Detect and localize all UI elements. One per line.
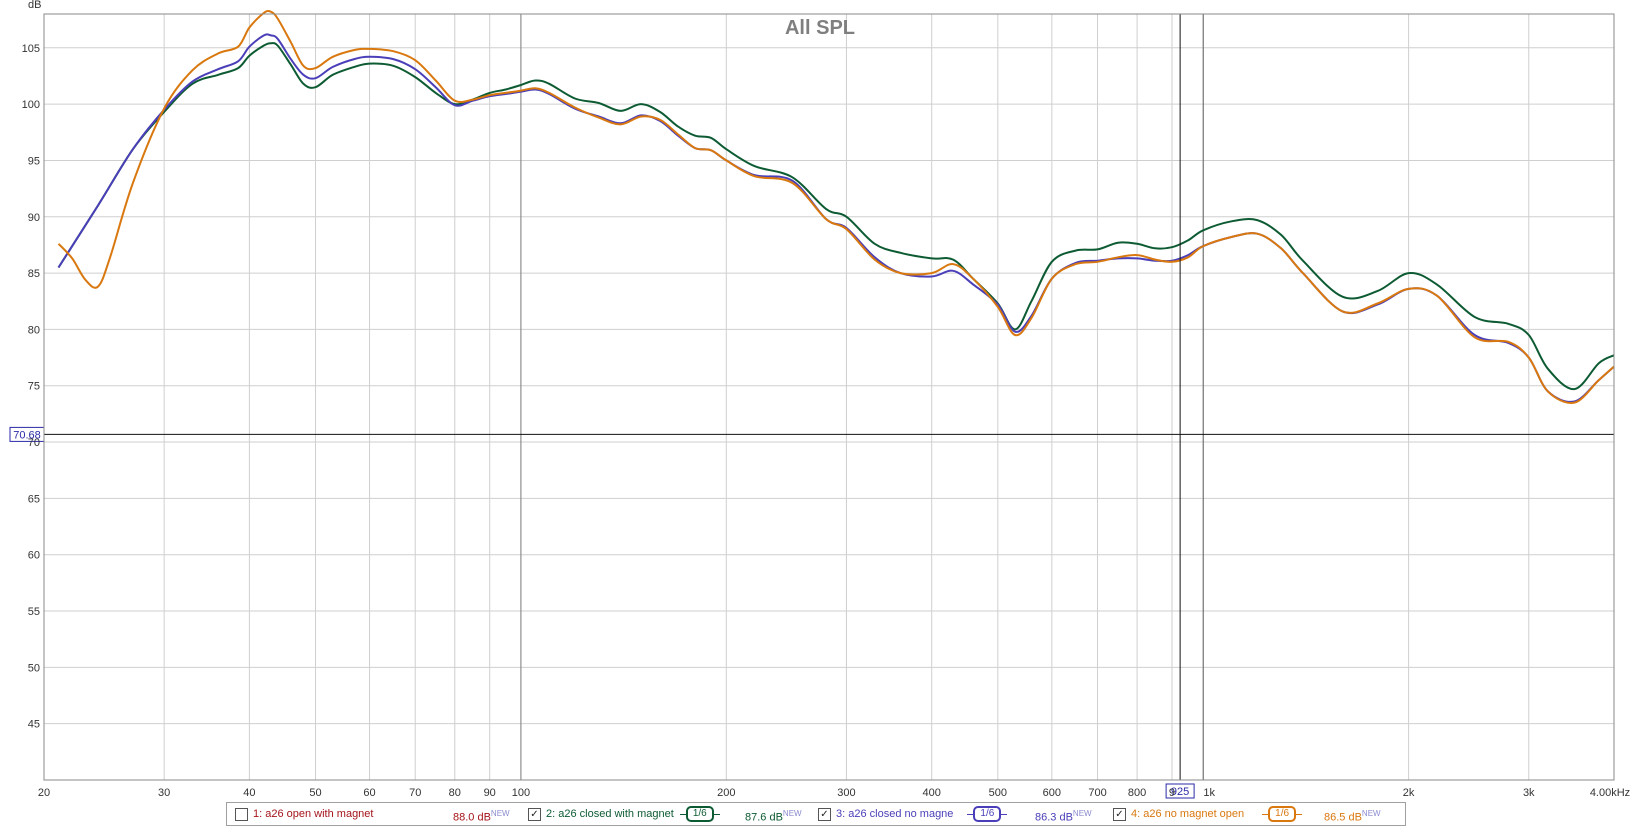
x-tick-label: 50 <box>309 787 321 799</box>
legend-checkbox-1[interactable] <box>235 807 248 821</box>
legend-new-tag-4: NEW <box>1361 809 1381 818</box>
legend-label-3: 3: a26 closed no magne <box>836 808 954 820</box>
legend-label-2: 2: a26 closed with magnet <box>546 808 674 820</box>
y-tick-label: 85 <box>28 268 40 280</box>
legend-new-tag-2: NEW <box>782 809 802 818</box>
x-tick-label: 20 <box>38 787 50 799</box>
x-tick-label: 300 <box>837 787 855 799</box>
legend-item-2[interactable]: ✓ 2: a26 closed with magnet 1/6 <box>528 806 720 822</box>
legend-level-3: 86.3 dBNEW <box>1035 806 1092 824</box>
y-tick-label: 45 <box>28 719 40 731</box>
legend-level-value-1: 88.0 dB <box>453 811 491 824</box>
y-tick-label: 100 <box>22 99 40 111</box>
legend-new-tag-1: NEW <box>490 809 510 818</box>
legend-checkbox-3[interactable]: ✓ <box>818 807 831 821</box>
legend-new-tag-3: NEW <box>1072 809 1092 818</box>
legend-item-3[interactable]: ✓ 3: a26 closed no magne 1/6 <box>818 806 1008 822</box>
y-tick-label: 70 <box>28 437 40 449</box>
x-tick-label: 2k <box>1403 787 1415 799</box>
x-tick-label: 30 <box>158 787 170 799</box>
y-tick-label: 60 <box>28 550 40 562</box>
legend-level-1: 88.0 dBNEW <box>453 806 510 824</box>
x-tick-label: 400 <box>923 787 941 799</box>
y-tick-label: 75 <box>28 381 40 393</box>
legend-level-2: 87.6 dBNEW <box>745 806 802 824</box>
legend-item-4[interactable]: ✓ 4: a26 no magnet open 1/6 <box>1113 806 1302 822</box>
y-tick-label: 80 <box>28 324 40 336</box>
x-tick-label: 9 <box>1169 787 1175 799</box>
x-tick-label: 100 <box>512 787 530 799</box>
chart-title: All SPL <box>785 17 855 39</box>
legend-checkbox-2[interactable]: ✓ <box>528 807 541 821</box>
x-tick-label: 200 <box>717 787 735 799</box>
x-tick-label: 3k <box>1523 787 1535 799</box>
x-tick-label: 40 <box>243 787 255 799</box>
x-tick-label: 4.00kHz <box>1590 787 1630 799</box>
x-tick-label: 800 <box>1128 787 1146 799</box>
y-tick-label: 55 <box>28 606 40 618</box>
y-tick-label: 50 <box>28 662 40 674</box>
legend-smoothing-4[interactable]: 1/6 <box>1262 806 1302 822</box>
x-tick-label: 700 <box>1088 787 1106 799</box>
legend-level-value-4: 86.5 dB <box>1324 811 1362 824</box>
legend-item-1[interactable]: 1: a26 open with magnet <box>235 806 373 822</box>
x-tick-label: 90 <box>484 787 496 799</box>
y-tick-label: 65 <box>28 493 40 505</box>
x-tick-label: 70 <box>409 787 421 799</box>
legend-label-1: 1: a26 open with magnet <box>253 808 374 820</box>
legend-level-value-2: 87.6 dB <box>745 811 783 824</box>
plot-background <box>44 14 1614 780</box>
x-tick-labels: 20 30 40 50 60 70 80 90 100 200 300 400 500 600 700 800… <box>38 787 1630 799</box>
legend-smoothing-2[interactable]: 1/6 <box>679 806 720 822</box>
legend-level-4: 86.5 dBNEW <box>1324 806 1381 824</box>
y-tick-label: 95 <box>28 155 40 167</box>
legend-smoothing-3[interactable]: 1/6 <box>967 806 1008 822</box>
x-tick-label: 600 <box>1043 787 1061 799</box>
legend-level-value-3: 86.3 dB <box>1035 811 1073 824</box>
y-tick-label: 90 <box>28 212 40 224</box>
spl-chart[interactable]: 70.68925 4550556065707580859095100105 20… <box>0 0 1633 800</box>
x-tick-label: 500 <box>989 787 1007 799</box>
y-tick-labels: 45 50 55 60 65 70 75 80 85 90 95 100 105 <box>22 43 40 731</box>
y-tick-label: 105 <box>22 43 40 55</box>
x-tick-label: 1k <box>1203 787 1215 799</box>
legend-bar: 1: a26 open with magnet 88.0 dBNEW ✓ 2: … <box>226 802 1406 826</box>
x-tick-label: 80 <box>449 787 461 799</box>
y-axis-unit-label: dB <box>28 0 41 11</box>
legend-checkbox-4[interactable]: ✓ <box>1113 807 1126 821</box>
x-tick-label: 60 <box>363 787 375 799</box>
legend-label-4: 4: a26 no magnet open <box>1131 808 1245 820</box>
